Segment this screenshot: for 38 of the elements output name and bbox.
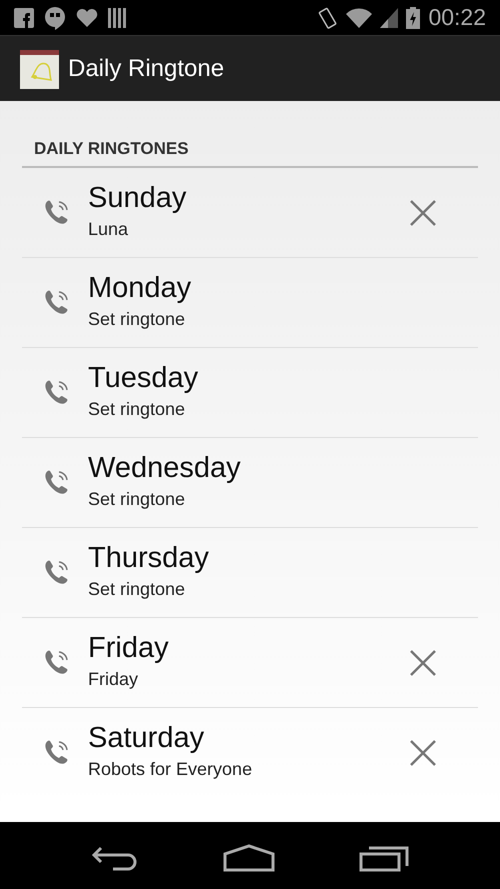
close-icon[interactable] (410, 200, 436, 226)
battery-icon (406, 6, 420, 28)
ringtone-name: Set ringtone (88, 308, 186, 330)
app-title: Daily Ringtone (68, 54, 224, 82)
vibrate-icon (318, 6, 338, 28)
ringtone-name: Robots for Everyone (88, 758, 254, 780)
day-name: Sunday (88, 182, 188, 214)
day-row[interactable]: Monday Set ringtone (22, 258, 478, 348)
clock-time: 00:22 (428, 4, 486, 31)
section-header: DAILY RINGTONES (22, 139, 478, 168)
barcode-icon (108, 8, 126, 28)
ringtone-name: Set ringtone (88, 578, 186, 600)
day-name: Tuesday (88, 362, 200, 394)
ringtone-name: Friday (88, 668, 140, 690)
day-name: Saturday (88, 722, 206, 754)
day-name: Friday (88, 632, 170, 664)
ringtone-name: Set ringtone (88, 398, 186, 420)
day-name: Thursday (88, 542, 210, 574)
heart-icon (76, 8, 98, 28)
day-row[interactable]: Friday Friday (22, 618, 478, 708)
close-icon[interactable] (410, 650, 436, 676)
day-name: Wednesday (88, 452, 242, 484)
facebook-icon (14, 8, 34, 28)
day-row[interactable]: Saturday Robots for Everyone (22, 708, 478, 797)
wifi-icon (346, 8, 372, 28)
day-name: Monday (88, 272, 192, 304)
day-row[interactable]: Wednesday Set ringtone (22, 438, 478, 528)
chat-bubble-icon (44, 6, 66, 30)
day-row[interactable]: Thursday Set ringtone (22, 528, 478, 618)
home-icon[interactable] (223, 844, 275, 872)
bell-app-icon[interactable] (20, 48, 60, 88)
close-icon[interactable] (410, 740, 436, 766)
day-row[interactable]: Sunday Luna (22, 168, 478, 258)
ringtone-name: Set ringtone (88, 488, 186, 510)
ringtone-name: Luna (88, 218, 130, 240)
day-row[interactable]: Tuesday Set ringtone (22, 348, 478, 438)
signal-icon (380, 8, 398, 28)
recent-apps-icon[interactable] (359, 844, 409, 872)
